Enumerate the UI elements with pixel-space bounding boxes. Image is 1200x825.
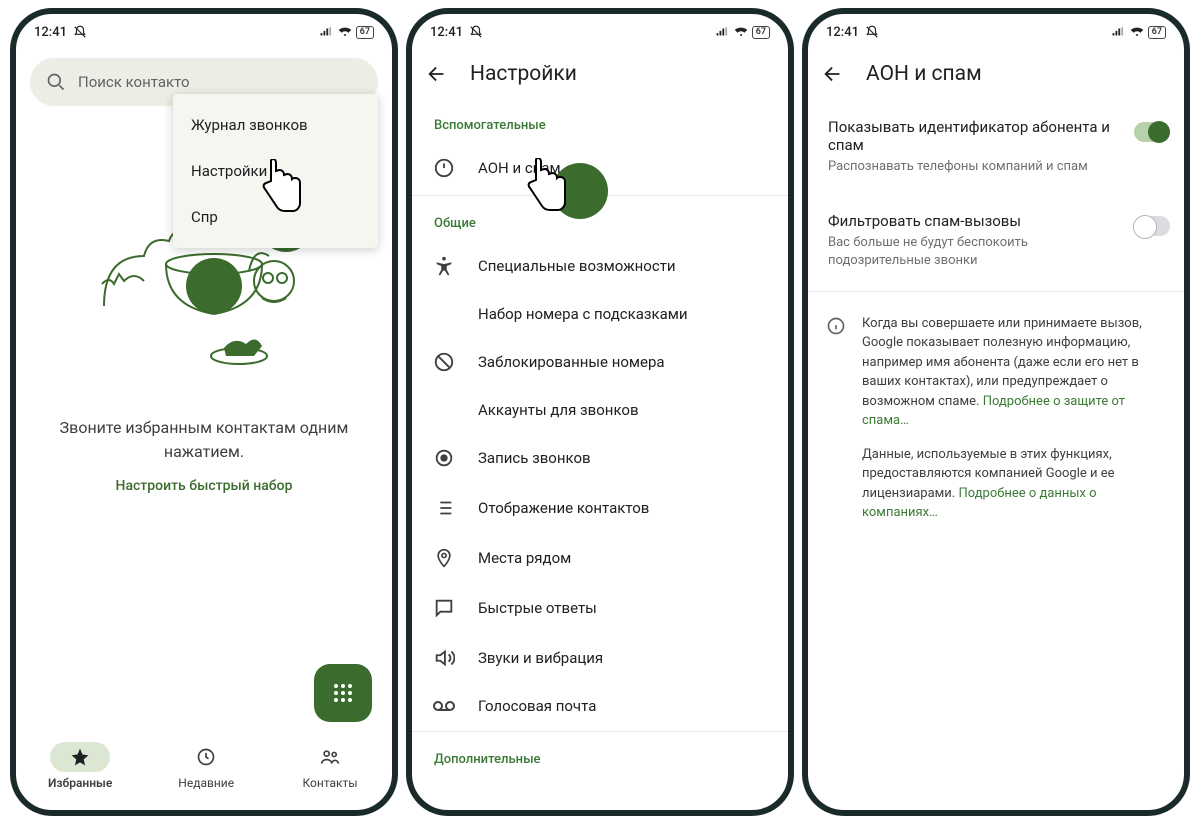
back-arrow-icon[interactable] (426, 63, 448, 85)
settings-sounds-vibration[interactable]: Звуки и вибрация (412, 633, 788, 683)
settings-display-options[interactable]: Отображение контактов (412, 483, 788, 533)
settings-quick-responses[interactable]: Быстрые ответы (412, 583, 788, 633)
settings-call-recording[interactable]: Запись звонков (412, 433, 788, 483)
status-bar: 12:41 67 (412, 14, 788, 44)
settings-label: Быстрые ответы (478, 599, 597, 617)
status-time: 12:41 (430, 25, 463, 40)
speed-dial-link[interactable]: Настроить быстрый набор (16, 478, 392, 494)
toggle-title: Фильтровать спам-вызовы (828, 212, 1120, 230)
divider (808, 291, 1184, 292)
volume-icon (433, 647, 455, 669)
wifi-icon (1130, 26, 1144, 38)
wifi-icon (734, 26, 748, 38)
bottom-nav: Избранные Недавние Контакты (16, 732, 392, 800)
accessibility-icon (433, 255, 455, 277)
divider (412, 731, 788, 732)
settings-label: Аккаунты для звонков (478, 401, 639, 419)
signal-icon (1112, 26, 1126, 38)
empty-state-text: Звоните избранным контактам одним нажати… (16, 416, 392, 464)
settings-label: Голосовая почта (478, 697, 596, 715)
list-icon (433, 497, 455, 519)
phone-settings: 12:41 67 Настройки Вспомогательные АОН и… (406, 8, 794, 816)
star-icon (70, 747, 90, 767)
switch-off[interactable] (1134, 216, 1170, 236)
settings-label: Заблокированные номера (478, 353, 665, 371)
caller-id-header: АОН и спам (808, 44, 1184, 100)
settings-label: Места рядом (478, 549, 571, 567)
settings-label: Запись звонков (478, 449, 591, 467)
location-icon (434, 547, 454, 569)
signal-icon (716, 26, 730, 38)
settings-voicemail[interactable]: Голосовая почта (412, 683, 788, 729)
status-bar: 12:41 67 (808, 14, 1184, 44)
alert-circle-icon (433, 157, 455, 179)
toggle-title: Показывать идентификатор абонента и спам (828, 118, 1120, 154)
nav-label: Контакты (303, 776, 358, 790)
battery-indicator: 67 (752, 26, 770, 39)
settings-header: Настройки (412, 44, 788, 100)
toggle-filter-spam[interactable]: Фильтровать спам-вызовы Вас больше не бу… (808, 194, 1184, 288)
settings-label: Набор номера с подсказками (478, 305, 688, 323)
overflow-menu: Журнал звонков Настройки Спр (173, 94, 378, 248)
nav-favorites[interactable]: Избранные (48, 742, 112, 790)
menu-item-call-log[interactable]: Журнал звонков (173, 102, 378, 148)
settings-blocked-numbers[interactable]: Заблокированные номера (412, 337, 788, 387)
settings-label: Звуки и вибрация (478, 649, 603, 667)
search-icon (46, 72, 66, 92)
page-title: Настройки (470, 62, 577, 86)
settings-label: АОН и спам (478, 159, 561, 177)
battery-indicator: 67 (356, 26, 374, 39)
wifi-icon (338, 26, 352, 38)
info-icon (826, 316, 846, 336)
nav-contacts[interactable]: Контакты (300, 742, 360, 790)
phone-favorites: 12:41 67 Поиск контакто Журнал звонков Н… (10, 8, 398, 816)
dialpad-icon (331, 681, 355, 705)
clock-icon (196, 747, 216, 767)
menu-item-help[interactable]: Спр (173, 194, 378, 240)
voicemail-icon (432, 699, 456, 713)
phone-caller-id: 12:41 67 АОН и спам Показывать идентифик… (802, 8, 1190, 816)
status-bar: 12:41 67 (16, 14, 392, 44)
settings-calling-accounts[interactable]: Аккаунты для звонков (412, 387, 788, 433)
settings-label: Отображение контактов (478, 499, 649, 517)
toggle-caller-id[interactable]: Показывать идентификатор абонента и спам… (808, 100, 1184, 194)
block-icon (433, 351, 455, 373)
alarm-off-icon (469, 25, 483, 39)
people-icon (319, 747, 341, 767)
toggle-subtitle: Вас больше не будут беспокоить подозрите… (828, 234, 1120, 270)
nav-recent[interactable]: Недавние (176, 742, 236, 790)
section-auxiliary: Вспомогательные (412, 100, 788, 143)
switch-on[interactable] (1134, 122, 1170, 142)
record-icon (433, 447, 455, 469)
toggle-subtitle: Распознавать телефоны компаний и спам (828, 158, 1120, 176)
back-arrow-icon[interactable] (822, 63, 844, 85)
status-time: 12:41 (826, 25, 859, 40)
battery-indicator: 67 (1148, 26, 1166, 39)
settings-nearby-places[interactable]: Места рядом (412, 533, 788, 583)
settings-accessibility[interactable]: Специальные возможности (412, 241, 788, 291)
section-additional: Дополнительные (412, 734, 788, 777)
nav-label: Недавние (178, 776, 234, 790)
settings-caller-id-spam[interactable]: АОН и спам (412, 143, 788, 193)
settings-assisted-dialing[interactable]: Набор номера с подсказками (412, 291, 788, 337)
settings-label: Специальные возможности (478, 257, 676, 275)
info-block: Когда вы совершаете или принимаете вызов… (808, 294, 1184, 547)
nav-label: Избранные (48, 776, 112, 790)
alarm-off-icon (865, 25, 879, 39)
page-title: АОН и спам (866, 62, 982, 86)
signal-icon (320, 26, 334, 38)
dialpad-fab[interactable] (314, 664, 372, 722)
search-placeholder: Поиск контакто (78, 73, 190, 91)
alarm-off-icon (73, 25, 87, 39)
status-time: 12:41 (34, 25, 67, 40)
menu-item-settings[interactable]: Настройки (173, 148, 378, 194)
message-icon (433, 597, 455, 619)
